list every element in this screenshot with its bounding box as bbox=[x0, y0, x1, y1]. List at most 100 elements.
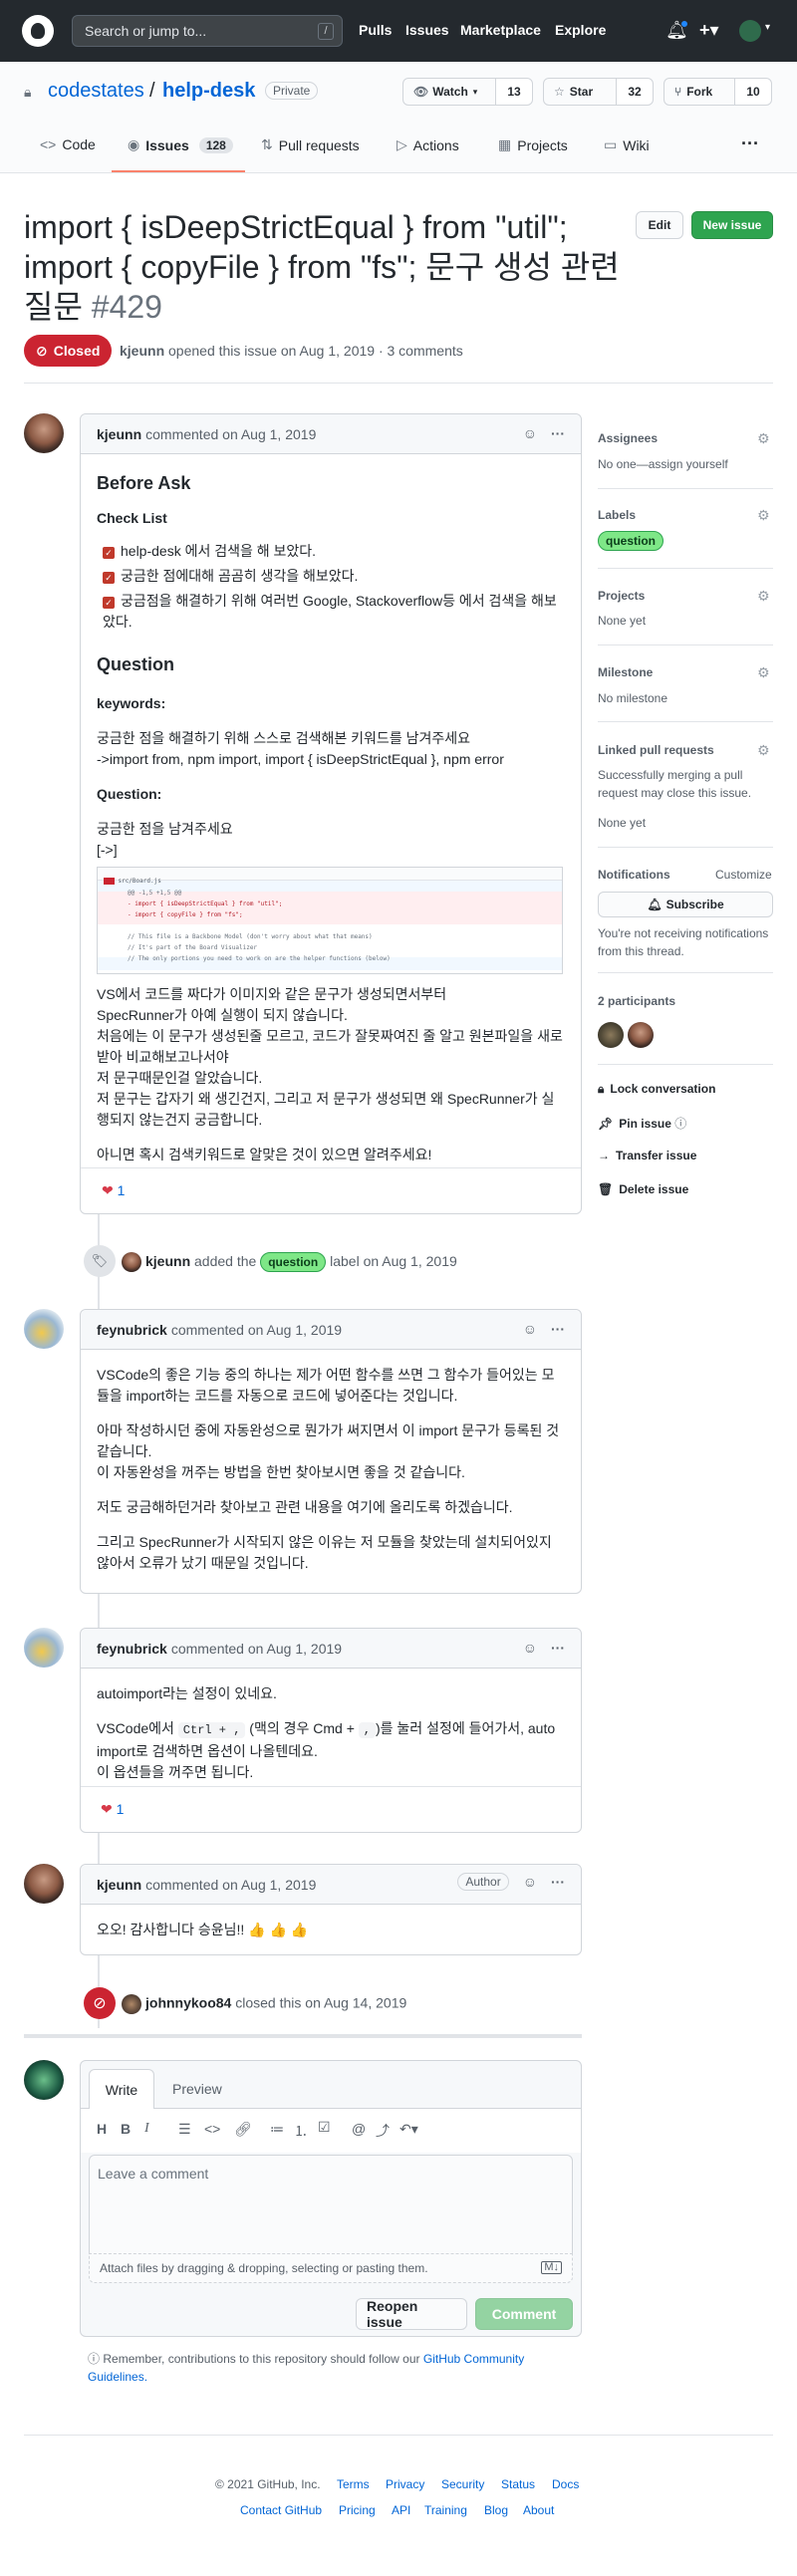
event-actor-link[interactable]: kjeunn bbox=[145, 1253, 190, 1269]
avatar[interactable] bbox=[122, 1994, 141, 2014]
tab-pull-requests[interactable]: ⇅ Pull requests bbox=[261, 136, 360, 153]
avatar[interactable] bbox=[24, 1309, 64, 1349]
gear-icon[interactable]: ⚙ bbox=[757, 588, 770, 605]
heart-reaction-button[interactable]: ❤ 1 bbox=[95, 1179, 132, 1202]
lock-conversation-link[interactable]: 🔒︎ Lock conversation bbox=[598, 1082, 715, 1097]
label-question-badge[interactable]: question bbox=[598, 531, 664, 551]
mention-icon[interactable]: @ bbox=[352, 2121, 366, 2137]
sidebar-assignees-title[interactable]: Assignees bbox=[598, 431, 658, 445]
nav-explore[interactable]: Explore bbox=[555, 22, 606, 38]
kebab-menu-icon[interactable]: ··· bbox=[551, 1640, 565, 1656]
pin-issue-link[interactable]: 📌︎ Pin issue ⓘ bbox=[598, 1115, 686, 1132]
comment-author-link[interactable]: kjeunn bbox=[97, 426, 141, 442]
chevron-down-icon[interactable]: ▾ bbox=[765, 22, 770, 33]
footer-link-training[interactable]: Training bbox=[424, 2503, 467, 2517]
issue-author-link[interactable]: kjeunn bbox=[120, 343, 164, 359]
new-issue-button[interactable]: New issue bbox=[691, 211, 773, 239]
participant-avatar[interactable] bbox=[628, 1022, 654, 1048]
customize-link[interactable]: Customize bbox=[715, 868, 772, 882]
quote-icon[interactable]: ☰ bbox=[178, 2121, 191, 2138]
tab-wiki[interactable]: ▭ Wiki bbox=[604, 136, 650, 153]
reference-icon[interactable]: ⤴ bbox=[376, 2121, 390, 2141]
assign-yourself-link[interactable]: No one—assign yourself bbox=[598, 455, 728, 473]
tab-actions[interactable]: ▷ Actions bbox=[397, 136, 459, 153]
link-icon[interactable]: 🔗︎ bbox=[234, 2121, 252, 2138]
reopen-issue-button[interactable]: Reopen issue bbox=[356, 2298, 467, 2330]
kebab-menu-icon[interactable]: ··· bbox=[551, 1874, 565, 1890]
avatar[interactable] bbox=[24, 1864, 64, 1904]
avatar[interactable] bbox=[24, 1628, 64, 1668]
italic-icon[interactable]: I bbox=[144, 2121, 149, 2137]
more-tabs-icon[interactable]: ··· bbox=[741, 133, 759, 154]
heading-icon[interactable]: H bbox=[97, 2121, 107, 2137]
footer-link-security[interactable]: Security bbox=[441, 2477, 484, 2491]
tab-code[interactable]: <> Code bbox=[40, 136, 96, 152]
fork-button[interactable]: ⑂ Fork bbox=[664, 78, 735, 106]
transfer-issue-link[interactable]: → Transfer issue bbox=[598, 1149, 696, 1162]
comment-author-link[interactable]: feynubrick bbox=[97, 1322, 167, 1338]
sidebar-milestone-title[interactable]: Milestone bbox=[598, 665, 653, 679]
footer-link-about[interactable]: About bbox=[523, 2503, 554, 2517]
search-input[interactable]: Search or jump to... / bbox=[72, 15, 343, 47]
footer-link-contact[interactable]: Contact GitHub bbox=[240, 2503, 322, 2517]
reply-icon[interactable]: ↶▾ bbox=[399, 2121, 418, 2138]
repo-name-link[interactable]: help-desk bbox=[162, 80, 255, 103]
nav-marketplace[interactable]: Marketplace bbox=[460, 22, 541, 38]
comment-author-link[interactable]: feynubrick bbox=[97, 1641, 167, 1657]
smiley-icon[interactable]: ☺ bbox=[523, 1321, 537, 1337]
watch-count[interactable]: 13 bbox=[495, 78, 533, 106]
footer-link-api[interactable]: API bbox=[392, 2503, 410, 2517]
footer-link-docs[interactable]: Docs bbox=[552, 2477, 579, 2491]
plus-icon[interactable]: +▾ bbox=[699, 20, 719, 41]
tab-projects[interactable]: ▦ Projects bbox=[498, 136, 568, 153]
footer-link-pricing[interactable]: Pricing bbox=[339, 2503, 376, 2517]
star-button[interactable]: ☆ Star bbox=[543, 78, 617, 106]
tab-preview[interactable]: Preview bbox=[172, 2081, 222, 2097]
tab-write[interactable]: Write bbox=[89, 2069, 154, 2109]
footer-link-blog[interactable]: Blog bbox=[484, 2503, 508, 2517]
unordered-list-icon[interactable]: ≔ bbox=[270, 2121, 284, 2138]
fork-count[interactable]: 10 bbox=[734, 78, 772, 106]
label-question-badge[interactable]: question bbox=[260, 1252, 327, 1272]
bold-icon[interactable]: B bbox=[121, 2121, 131, 2137]
avatar[interactable] bbox=[122, 1252, 141, 1273]
subscribe-button[interactable]: 🔔︎ Subscribe bbox=[598, 892, 773, 917]
gear-icon[interactable]: ⚙ bbox=[757, 507, 770, 524]
comment-author-link[interactable]: kjeunn bbox=[97, 1877, 141, 1893]
participant-avatar[interactable] bbox=[598, 1022, 624, 1048]
ordered-list-icon[interactable]: ⒈ bbox=[294, 2121, 308, 2141]
nav-issues[interactable]: Issues bbox=[405, 22, 449, 38]
comment-button[interactable]: Comment bbox=[475, 2298, 573, 2330]
markdown-icon[interactable]: M↓ bbox=[541, 2261, 562, 2274]
kebab-menu-icon[interactable]: ··· bbox=[551, 1321, 565, 1337]
footer-link-privacy[interactable]: Privacy bbox=[386, 2477, 424, 2491]
heart-reaction-button[interactable]: ❤ 1 bbox=[95, 1799, 130, 1820]
watch-button[interactable]: 👁︎ Watch ▾ bbox=[402, 78, 496, 106]
gear-icon[interactable]: ⚙ bbox=[757, 664, 770, 681]
footer-link-status[interactable]: Status bbox=[501, 2477, 535, 2491]
repo-owner-link[interactable]: codestates bbox=[48, 80, 144, 103]
footer-link-terms[interactable]: Terms bbox=[337, 2477, 370, 2491]
event-actor-link[interactable]: johnnykoo84 bbox=[145, 1995, 231, 2011]
github-logo-icon[interactable] bbox=[22, 15, 54, 47]
task-list-icon[interactable]: ☑ bbox=[318, 2119, 331, 2136]
tab-issues[interactable]: ◉ Issues 128 bbox=[128, 136, 233, 153]
edit-button[interactable]: Edit bbox=[636, 211, 683, 239]
avatar[interactable] bbox=[24, 413, 64, 453]
sidebar-projects-title[interactable]: Projects bbox=[598, 589, 645, 603]
sidebar-labels-title[interactable]: Labels bbox=[598, 508, 636, 522]
user-avatar[interactable] bbox=[739, 20, 761, 42]
diff-screenshot[interactable]: ▬▬▬ src/Board.js @@ -1,5 +1,5 @@ - impor… bbox=[97, 867, 565, 980]
star-count[interactable]: 32 bbox=[616, 78, 654, 106]
comment-textarea[interactable]: Leave a comment bbox=[89, 2155, 573, 2254]
smiley-icon[interactable]: ☺ bbox=[523, 425, 537, 441]
attach-files-area[interactable]: Attach files by dragging & dropping, sel… bbox=[89, 2253, 573, 2283]
gear-icon[interactable]: ⚙ bbox=[757, 430, 770, 447]
code-icon[interactable]: <> bbox=[204, 2121, 220, 2137]
delete-issue-link[interactable]: 🗑︎ Delete issue bbox=[598, 1182, 688, 1196]
smiley-icon[interactable]: ☺ bbox=[523, 1874, 537, 1890]
gear-icon[interactable]: ⚙ bbox=[757, 742, 770, 759]
smiley-icon[interactable]: ☺ bbox=[523, 1640, 537, 1656]
nav-pulls[interactable]: Pulls bbox=[359, 22, 392, 38]
kebab-menu-icon[interactable]: ··· bbox=[551, 425, 565, 441]
